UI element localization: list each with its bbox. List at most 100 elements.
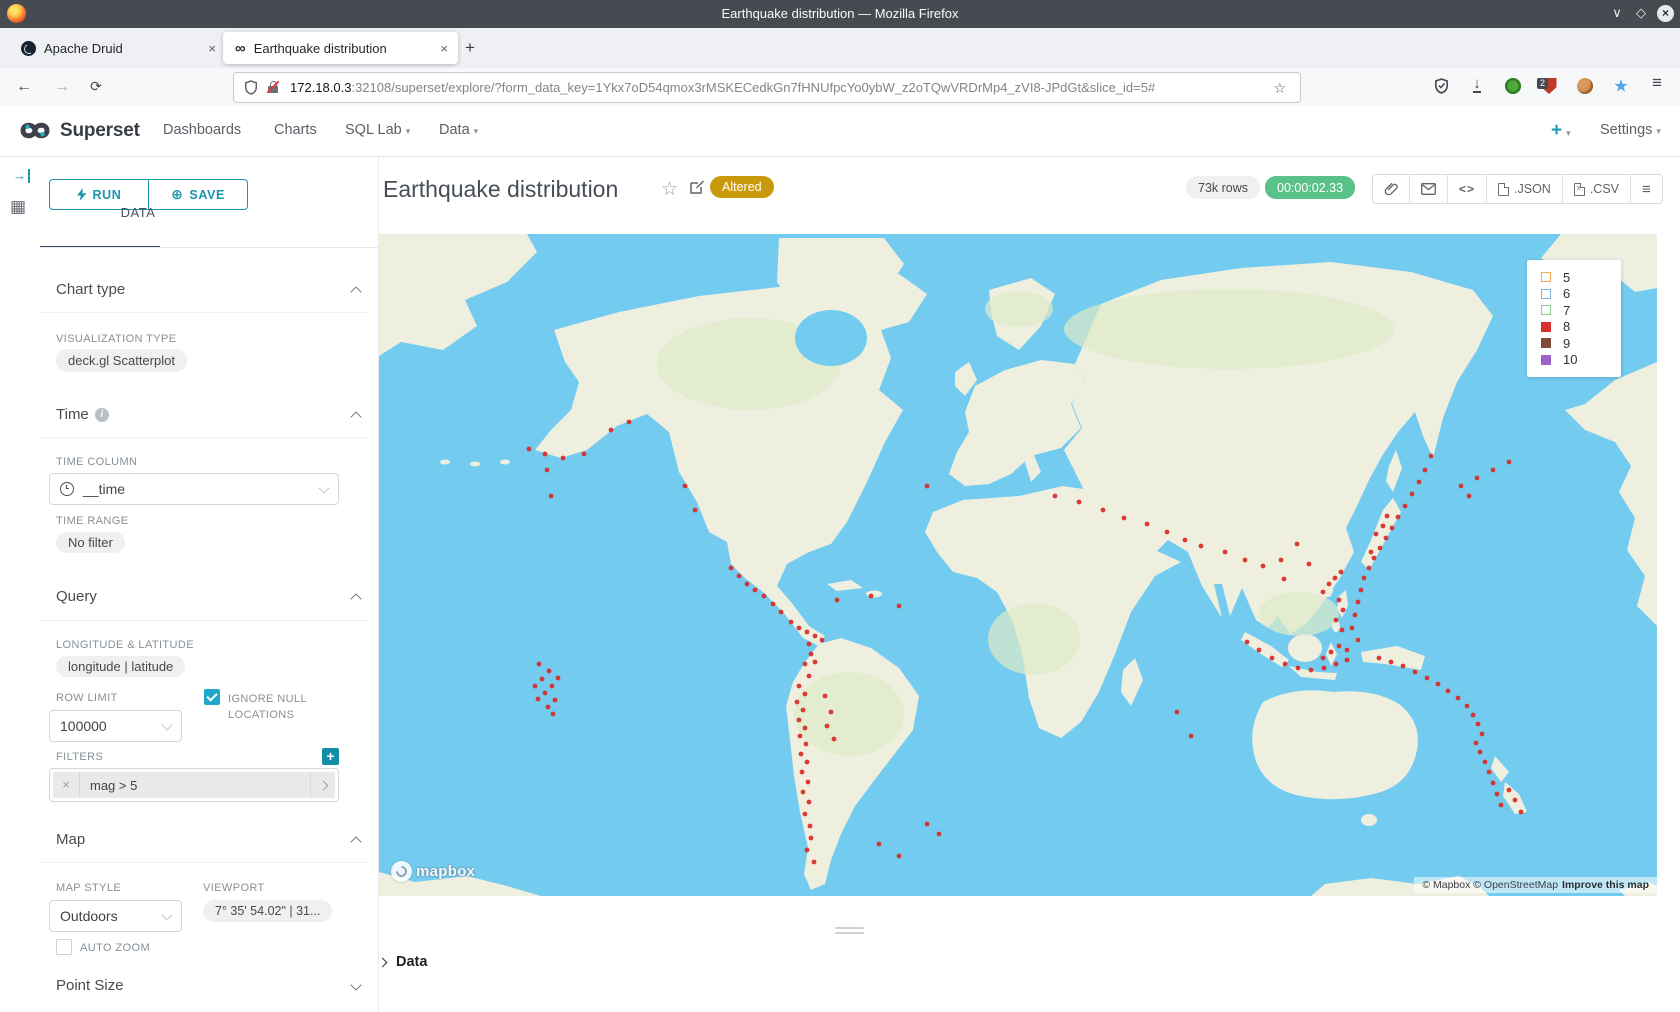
earthquake-point[interactable] bbox=[1122, 516, 1127, 521]
expand-filter-icon[interactable] bbox=[310, 772, 335, 798]
earthquake-point[interactable] bbox=[832, 737, 837, 742]
earthquake-point[interactable] bbox=[737, 574, 742, 579]
downloads-button[interactable]: ↓ bbox=[1464, 75, 1490, 99]
time-column-select[interactable]: __time bbox=[49, 473, 339, 505]
earthquake-point[interactable] bbox=[1491, 781, 1496, 786]
earthquake-point[interactable] bbox=[1507, 460, 1512, 465]
earthquake-point[interactable] bbox=[813, 660, 818, 665]
earthquake-point[interactable] bbox=[1483, 760, 1488, 765]
earthquake-point[interactable] bbox=[869, 594, 874, 599]
nav-charts[interactable]: Charts bbox=[274, 122, 317, 138]
earthquake-point[interactable] bbox=[1296, 666, 1301, 671]
earthquake-point[interactable] bbox=[1499, 803, 1504, 808]
earthquake-point[interactable] bbox=[806, 780, 811, 785]
earthquake-point[interactable] bbox=[1077, 500, 1082, 505]
forward-button[interactable]: → bbox=[50, 75, 74, 99]
earthquake-point[interactable] bbox=[1374, 532, 1379, 537]
earthquake-point[interactable] bbox=[1261, 564, 1266, 569]
earthquake-point[interactable] bbox=[1307, 562, 1312, 567]
earthquake-point[interactable] bbox=[1480, 732, 1485, 737]
viz-type-value[interactable]: deck.gl Scatterplot bbox=[56, 349, 187, 372]
earthquake-point[interactable] bbox=[1476, 722, 1481, 727]
earthquake-point[interactable] bbox=[753, 588, 758, 593]
earthquake-point[interactable] bbox=[1333, 576, 1338, 581]
tab-apache-druid[interactable]: Apache Druid × bbox=[9, 32, 226, 64]
earthquake-point[interactable] bbox=[683, 484, 688, 489]
earthquake-point[interactable] bbox=[1417, 480, 1422, 485]
earthquake-point[interactable] bbox=[1345, 648, 1350, 653]
earthquake-point[interactable] bbox=[1356, 600, 1361, 605]
earthquake-point[interactable] bbox=[1377, 656, 1382, 661]
time-range-value[interactable]: No filter bbox=[56, 532, 125, 553]
earthquake-point[interactable] bbox=[1340, 628, 1345, 633]
export-csv-button[interactable]: .CSV bbox=[1562, 175, 1630, 203]
earthquake-point[interactable] bbox=[805, 760, 810, 765]
earthquake-point[interactable] bbox=[1101, 508, 1106, 513]
collapse-chevron-icon[interactable] bbox=[350, 411, 361, 422]
edit-title-icon[interactable] bbox=[689, 179, 705, 200]
earthquake-point[interactable] bbox=[1350, 626, 1355, 631]
earthquake-point[interactable] bbox=[551, 712, 556, 717]
earthquake-point[interactable] bbox=[1403, 504, 1408, 509]
earthquake-point[interactable] bbox=[1478, 750, 1483, 755]
chart-title[interactable]: Earthquake distribution bbox=[383, 176, 618, 203]
earthquake-point[interactable] bbox=[1283, 662, 1288, 667]
adblock-extension-icon[interactable]: 2 bbox=[1536, 75, 1562, 99]
add-filter-button[interactable]: + bbox=[322, 748, 339, 765]
earthquake-point[interactable] bbox=[1389, 660, 1394, 665]
earthquake-point[interactable] bbox=[1321, 656, 1326, 661]
deckgl-map[interactable]: 5678910 mapbox © Mapbox © OpenStreetMap … bbox=[379, 234, 1657, 896]
email-button[interactable] bbox=[1409, 175, 1447, 203]
earthquake-point[interactable] bbox=[1459, 484, 1464, 489]
earthquake-point[interactable] bbox=[937, 832, 942, 837]
earthquake-point[interactable] bbox=[1495, 792, 1500, 797]
earthquake-point[interactable] bbox=[546, 705, 551, 710]
earthquake-point[interactable] bbox=[897, 854, 902, 859]
earthquake-point[interactable] bbox=[1321, 590, 1326, 595]
tab-data[interactable]: DATA bbox=[80, 205, 196, 220]
earthquake-point[interactable] bbox=[1183, 538, 1188, 543]
hamburger-menu-icon[interactable]: ≡ bbox=[1644, 73, 1670, 97]
earthquake-point[interactable] bbox=[801, 708, 806, 713]
earthquake-point[interactable] bbox=[1282, 577, 1287, 582]
earthquake-point[interactable] bbox=[1337, 598, 1342, 603]
earthquake-point[interactable] bbox=[745, 582, 750, 587]
earthquake-point[interactable] bbox=[1385, 514, 1390, 519]
favorite-star-icon[interactable]: ☆ bbox=[661, 178, 678, 201]
collapse-chevron-icon[interactable] bbox=[350, 286, 361, 297]
extension-asterisk-icon[interactable] bbox=[1608, 75, 1634, 99]
earthquake-point[interactable] bbox=[798, 734, 803, 739]
map-style-select[interactable]: Outdoors bbox=[49, 900, 182, 932]
earthquake-point[interactable] bbox=[553, 698, 558, 703]
earthquake-point[interactable] bbox=[925, 484, 930, 489]
earthquake-point[interactable] bbox=[1353, 613, 1358, 618]
earthquake-point[interactable] bbox=[1513, 798, 1518, 803]
cookie-extension-icon[interactable] bbox=[1572, 75, 1598, 99]
earthquake-point[interactable] bbox=[1243, 558, 1248, 563]
earthquake-point[interactable] bbox=[807, 642, 812, 647]
earthquake-point[interactable] bbox=[545, 468, 550, 473]
earthquake-point[interactable] bbox=[1390, 526, 1395, 531]
earthquake-point[interactable] bbox=[1334, 662, 1339, 667]
earthquake-point[interactable] bbox=[540, 677, 545, 682]
earthquake-point[interactable] bbox=[1199, 544, 1204, 549]
earthquake-point[interactable] bbox=[789, 620, 794, 625]
earthquake-point[interactable] bbox=[1467, 494, 1472, 499]
section-time[interactable]: Timei bbox=[56, 406, 109, 423]
section-chart-type[interactable]: Chart type bbox=[56, 281, 125, 298]
earthquake-point[interactable] bbox=[543, 452, 548, 457]
tab-close-icon[interactable]: × bbox=[198, 41, 226, 56]
earthquake-point[interactable] bbox=[807, 800, 812, 805]
earthquake-point[interactable] bbox=[550, 684, 555, 689]
earthquake-point[interactable] bbox=[1337, 644, 1342, 649]
earthquake-point[interactable] bbox=[823, 694, 828, 699]
earthquake-point[interactable] bbox=[779, 610, 784, 615]
earthquake-point[interactable] bbox=[1425, 676, 1430, 681]
earthquake-point[interactable] bbox=[1053, 494, 1058, 499]
earthquake-point[interactable] bbox=[1322, 666, 1327, 671]
settings-menu[interactable]: Settings▾ bbox=[1600, 122, 1661, 138]
collapse-panel-icon[interactable]: → bbox=[13, 169, 30, 183]
earthquake-point[interactable] bbox=[803, 812, 808, 817]
earthquake-point[interactable] bbox=[795, 700, 800, 705]
nav-data[interactable]: Data▾ bbox=[439, 122, 478, 138]
